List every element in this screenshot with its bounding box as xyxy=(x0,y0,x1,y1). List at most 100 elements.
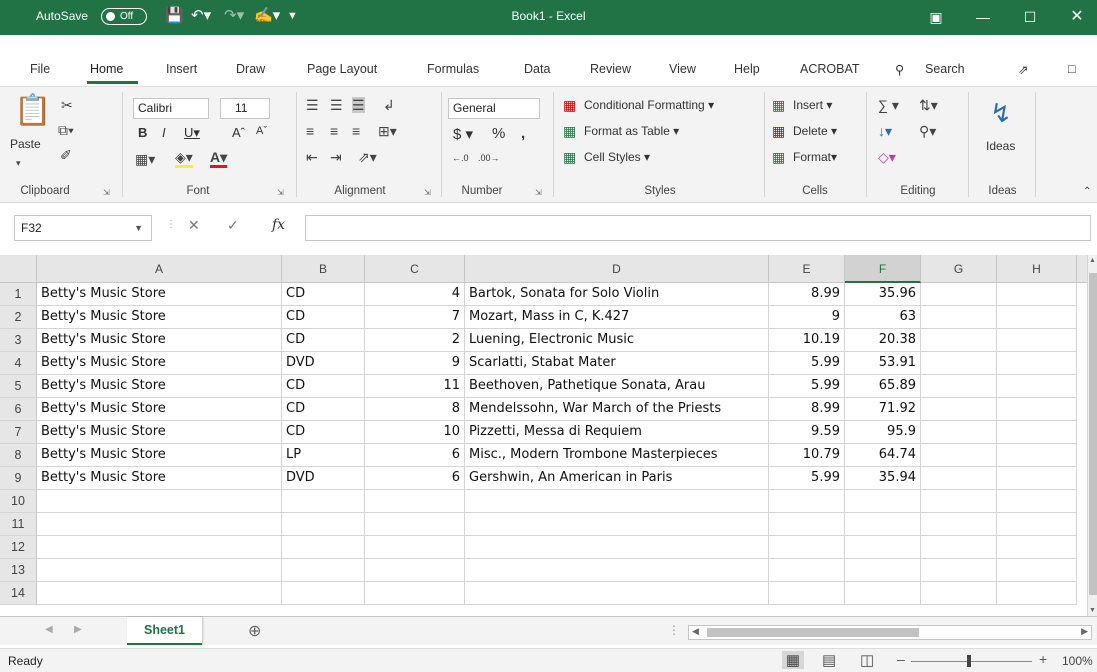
cell-c[interactable] xyxy=(365,582,465,605)
cell-g[interactable] xyxy=(921,467,997,490)
align-top-icon[interactable]: ☰ xyxy=(306,97,319,113)
cell-g[interactable] xyxy=(921,329,997,352)
zoom-slider-thumb[interactable] xyxy=(967,655,971,667)
row-header[interactable]: 8 xyxy=(0,444,37,467)
cell-b[interactable] xyxy=(282,559,365,582)
cell-g[interactable] xyxy=(921,283,997,306)
cell-b[interactable]: CD xyxy=(282,421,365,444)
column-header-c[interactable]: C xyxy=(365,255,465,283)
column-header-f[interactable]: F xyxy=(845,255,921,283)
cell-e[interactable]: 10.19 xyxy=(769,329,845,352)
cell-h[interactable] xyxy=(997,444,1077,467)
cell-e[interactable]: 5.99 xyxy=(769,467,845,490)
column-header-b[interactable]: B xyxy=(282,255,365,283)
row-header[interactable]: 6 xyxy=(0,398,37,421)
format-as-table-icon[interactable]: ▦ xyxy=(563,123,576,139)
cell-h[interactable] xyxy=(997,398,1077,421)
normal-view-icon[interactable]: ▦ xyxy=(782,651,804,669)
cell-a[interactable]: Betty's Music Store xyxy=(37,306,282,329)
cell-f[interactable]: 20.38 xyxy=(845,329,921,352)
cell-h[interactable] xyxy=(997,329,1077,352)
cell-f[interactable] xyxy=(845,513,921,536)
sort-filter-icon[interactable]: ⇅▾ xyxy=(919,97,938,113)
cell-a[interactable]: Betty's Music Store xyxy=(37,283,282,306)
cell-c[interactable]: 9 xyxy=(365,352,465,375)
row-header[interactable]: 4 xyxy=(0,352,37,375)
cell-a[interactable]: Betty's Music Store xyxy=(37,375,282,398)
cell-c[interactable]: 6 xyxy=(365,467,465,490)
tab-help[interactable]: Help xyxy=(734,62,760,76)
cell-f[interactable] xyxy=(845,559,921,582)
cell-f[interactable]: 53.91 xyxy=(845,352,921,375)
cell-h[interactable] xyxy=(997,306,1077,329)
clipboard-launcher-icon[interactable]: ⇲ xyxy=(103,188,110,197)
new-sheet-icon[interactable]: ⊕ xyxy=(248,621,261,641)
search-box[interactable]: Search xyxy=(925,62,965,76)
cell-d[interactable]: Beethoven, Pathetique Sonata, Arau xyxy=(465,375,769,398)
share-icon[interactable]: ⇗ xyxy=(1018,62,1028,77)
conditional-formatting-button[interactable]: Conditional Formatting ▾ xyxy=(584,98,714,112)
cell-h[interactable] xyxy=(997,467,1077,490)
cell-h[interactable] xyxy=(997,283,1077,306)
cell-a[interactable] xyxy=(37,559,282,582)
fill-color-icon[interactable]: ◈▾ xyxy=(175,149,193,168)
column-header-g[interactable]: G xyxy=(921,255,997,283)
split-handle-icon[interactable]: ⋮ xyxy=(668,623,680,637)
cell-b[interactable] xyxy=(282,536,365,559)
autosum-icon[interactable]: ∑ ▾ xyxy=(878,97,899,113)
align-center-icon[interactable]: ≡ xyxy=(330,123,338,139)
row-header[interactable]: 9 xyxy=(0,467,37,490)
name-box[interactable]: F32 ▼ xyxy=(14,215,152,241)
font-launcher-icon[interactable]: ⇲ xyxy=(277,188,284,197)
insert-cells-button[interactable]: Insert ▾ xyxy=(793,98,832,112)
font-color-icon[interactable]: A▾ xyxy=(210,149,228,168)
format-cells-icon[interactable]: ▦ xyxy=(772,149,785,165)
row-header[interactable]: 5 xyxy=(0,375,37,398)
cell-a[interactable]: Betty's Music Store xyxy=(37,467,282,490)
ribbon-display-options-icon[interactable]: ▣ xyxy=(916,4,956,30)
fill-icon[interactable]: ↓▾ xyxy=(878,123,892,139)
format-painter-icon[interactable]: ✐ xyxy=(60,147,72,163)
insert-cells-icon[interactable]: ▦ xyxy=(772,97,785,113)
column-header-h[interactable]: H xyxy=(997,255,1077,283)
cell-b[interactable]: DVD xyxy=(282,467,365,490)
cell-b[interactable] xyxy=(282,490,365,513)
cell-a[interactable]: Betty's Music Store xyxy=(37,444,282,467)
increase-indent-icon[interactable]: ⇥ xyxy=(330,149,342,165)
cell-c[interactable]: 8 xyxy=(365,398,465,421)
cell-d[interactable]: Misc., Modern Trombone Masterpieces xyxy=(465,444,769,467)
copy-icon[interactable]: ⧉▾ xyxy=(58,122,74,138)
prev-sheet-icon[interactable]: ◀ xyxy=(45,624,53,635)
number-format-select[interactable]: General xyxy=(448,98,540,119)
cell-a[interactable]: Betty's Music Store xyxy=(37,352,282,375)
cell-e[interactable] xyxy=(769,536,845,559)
cell-a[interactable] xyxy=(37,582,282,605)
cell-e[interactable]: 5.99 xyxy=(769,375,845,398)
row-header[interactable]: 3 xyxy=(0,329,37,352)
delete-cells-icon[interactable]: ▦ xyxy=(772,123,785,139)
cell-c[interactable] xyxy=(365,490,465,513)
cell-g[interactable] xyxy=(921,398,997,421)
cell-e[interactable]: 9.59 xyxy=(769,421,845,444)
cell-e[interactable]: 9 xyxy=(769,306,845,329)
cell-c[interactable] xyxy=(365,536,465,559)
ideas-icon[interactable]: ↯ xyxy=(990,99,1012,127)
cell-f[interactable]: 64.74 xyxy=(845,444,921,467)
cell-g[interactable] xyxy=(921,513,997,536)
cell-b[interactable]: CD xyxy=(282,329,365,352)
name-box-dropdown-icon[interactable]: ▼ xyxy=(134,216,143,240)
tab-file[interactable]: File xyxy=(30,62,50,76)
format-as-table-button[interactable]: Format as Table ▾ xyxy=(584,124,679,138)
cell-b[interactable] xyxy=(282,582,365,605)
cell-h[interactable] xyxy=(997,375,1077,398)
cell-d[interactable] xyxy=(465,582,769,605)
cell-d[interactable] xyxy=(465,559,769,582)
enter-formula-icon[interactable]: ✓ xyxy=(227,217,239,234)
cell-h[interactable] xyxy=(997,421,1077,444)
row-header[interactable]: 12 xyxy=(0,536,37,559)
column-header-a[interactable]: A xyxy=(37,255,282,283)
cell-b[interactable]: DVD xyxy=(282,352,365,375)
tab-insert[interactable]: Insert xyxy=(166,62,197,76)
autosave-toggle[interactable]: Off xyxy=(101,8,147,25)
cell-d[interactable]: Gershwin, An American in Paris xyxy=(465,467,769,490)
